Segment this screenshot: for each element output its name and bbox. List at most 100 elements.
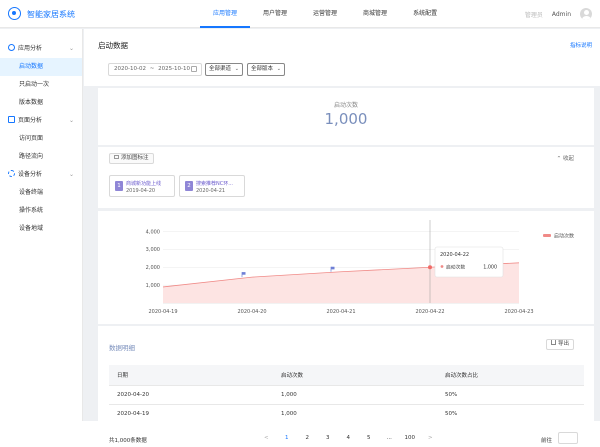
nav-user-management[interactable]: 用户管理 [250, 0, 300, 28]
app-title: 智能家居系统 [27, 10, 75, 19]
legend-label: 启动次数 [554, 233, 574, 240]
sidebar-item-version-data[interactable]: 版本数据 [0, 94, 82, 112]
date-separator: ~ [149, 66, 155, 72]
cell-ratio: 50% [437, 385, 584, 405]
page-100[interactable]: 100 [400, 432, 421, 445]
table-header-row: 日期 启动次数 启动次数占比 [109, 365, 584, 386]
pager: < 1 2 3 4 5 ... 100 > [256, 432, 441, 445]
page-4[interactable]: 4 [338, 432, 359, 445]
goto-page-input[interactable] [558, 432, 578, 444]
startup-area-chart: 1,000 2,000 3,000 4,000 2020-04-19 2020-04-20… [146, 220, 574, 315]
nav-operations-management[interactable]: 运营管理 [300, 0, 350, 28]
date-range-picker[interactable]: 2020-10-02 ~ 2025-10-10 [108, 63, 202, 76]
page-5[interactable]: 5 [359, 432, 380, 445]
prev-page-button[interactable]: < [256, 432, 277, 445]
export-label: 导出 [557, 341, 569, 347]
annotation-number: 2 [185, 181, 193, 191]
sidebar: 应用分析 ⌄ 启动数据 只启动一次 版本数据 页面分析 ⌄ 访问页面 路径流向 … [0, 29, 83, 421]
table-title: 数据明细 [109, 344, 135, 352]
sidebar-group-label: 页面分析 [18, 117, 43, 124]
y-tick-label: 4,000 [146, 229, 160, 235]
add-annotation-button[interactable]: 添加图标注 [109, 153, 154, 164]
column-header-date[interactable]: 日期 [109, 365, 273, 386]
collapse-label: 收起 [562, 156, 574, 162]
sidebar-item-startup-data[interactable]: 启动数据 [0, 58, 82, 76]
x-tick-label: 2020-04-19 [148, 309, 177, 315]
table-row: 2020-04-20 1,000 50% [109, 385, 584, 405]
annotation-flag [331, 266, 335, 270]
admin-role-link[interactable]: 管理员 [525, 10, 543, 19]
flag-icon [114, 155, 119, 159]
sidebar-item-device-region[interactable]: 设备地域 [0, 220, 82, 238]
cell-count: 1,000 [273, 385, 437, 405]
annotation-number: 1 [115, 181, 123, 191]
hover-point [428, 265, 432, 270]
page-ellipsis[interactable]: ... [379, 432, 400, 445]
nav-mall-management[interactable]: 商城管理 [350, 0, 400, 28]
top-header: 智能家居系统 应用管理 用户管理 运营管理 商城管理 系统配置 管理员 Admi… [0, 0, 600, 28]
metric-help-link[interactable]: 指标说明 [570, 41, 592, 49]
page-1[interactable]: 1 [277, 432, 298, 445]
page-2[interactable]: 2 [297, 432, 318, 445]
sidebar-item-visited-pages[interactable]: 访问页面 [0, 130, 82, 148]
page-title-bar: 启动数据 指标说明 [84, 29, 600, 59]
sidebar-item-path-flow[interactable]: 路径流向 [0, 148, 82, 166]
sidebar-item-launch-once[interactable]: 只启动一次 [0, 76, 82, 94]
sidebar-item-device-terminal[interactable]: 设备终端 [0, 184, 82, 202]
avatar-icon[interactable] [580, 8, 592, 20]
x-tick-label: 2020-04-23 [504, 309, 533, 315]
sidebar-group-label: 应用分析 [18, 45, 43, 52]
sidebar-group-page-analysis[interactable]: 页面分析 ⌄ [0, 112, 82, 130]
sidebar-group-label: 设备分析 [18, 171, 43, 178]
device-analysis-icon [8, 170, 15, 177]
tooltip-series-dot [440, 265, 444, 268]
column-header-ratio[interactable]: 启动次数占比 [437, 365, 584, 386]
chevron-down-icon: ⌄ [68, 117, 74, 124]
sidebar-item-os[interactable]: 操作系统 [0, 202, 82, 220]
app-logo-icon [8, 7, 21, 20]
version-select[interactable]: 全部版本 ⌄ [247, 63, 285, 76]
chevron-down-icon: ⌄ [234, 66, 239, 72]
annotation-date: 2019-04-20 [126, 188, 156, 194]
sidebar-group-device-analysis[interactable]: 设备分析 ⌄ [0, 166, 82, 184]
chevron-down-icon: ⌄ [68, 171, 74, 178]
export-button[interactable]: 导出 [545, 339, 574, 350]
version-select-value: 全部版本 [251, 66, 274, 72]
next-page-button[interactable]: > [420, 432, 441, 445]
annotation-text: 商城新功能上线 [126, 181, 162, 187]
annotation-item[interactable]: 1 商城新功能上线 2019-04-20 [109, 175, 175, 197]
x-tick-label: 2020-04-20 [237, 309, 266, 315]
column-header-count[interactable]: 启动次数 [273, 365, 437, 386]
stat-value: 1,000 [324, 110, 368, 128]
x-tick-label: 2020-04-21 [326, 309, 355, 315]
chevron-up-icon: ⌃ [556, 156, 562, 162]
page-title: 启动数据 [98, 41, 128, 50]
legend-swatch [543, 234, 551, 237]
chevron-down-icon: ⌄ [68, 45, 74, 52]
channel-select-value: 全部渠道 [209, 66, 232, 72]
nav-system-config[interactable]: 系统配置 [400, 0, 450, 28]
channel-select[interactable]: 全部渠道 ⌄ [205, 63, 243, 76]
sidebar-group-app-analysis[interactable]: 应用分析 ⌄ [0, 40, 82, 58]
startup-count-card: 启动次数 1,000 [98, 88, 594, 145]
stat-label: 启动次数 [333, 102, 358, 109]
filter-bar: 2020-10-02 ~ 2025-10-10 全部渠道 ⌄ 全部版本 ⌄ [84, 59, 600, 86]
page-3[interactable]: 3 [318, 432, 339, 445]
calendar-icon [191, 66, 197, 72]
collapse-button[interactable]: ⌃ 收起 [557, 154, 574, 162]
pagination-bar: 共1,000条数据 < 1 2 3 4 5 ... 100 > 前往 [0, 421, 600, 447]
nav-app-management[interactable]: 应用管理 [200, 0, 251, 28]
annotation-flag [242, 272, 246, 275]
tooltip-series-label: 启动次数 [446, 264, 465, 271]
top-nav: 应用管理 用户管理 运营管理 商城管理 系统配置 [200, 0, 450, 28]
date-start: 2020-10-02 [114, 66, 146, 72]
user-name[interactable]: Admin [552, 11, 571, 18]
header-user-area: 管理员 Admin [525, 0, 592, 28]
data-table: 日期 启动次数 启动次数占比 2020-04-20 1,000 50% 2020… [109, 365, 584, 424]
annotation-date: 2020-04-21 [196, 188, 226, 194]
add-annotation-label: 添加图标注 [121, 155, 149, 161]
goto-label: 前往 [541, 438, 553, 444]
app-analysis-icon [8, 44, 15, 51]
annotation-item[interactable]: 2 搜索推荐NC环... 2020-04-21 [179, 175, 245, 197]
total-count: 共1,000条数据 [109, 438, 147, 444]
